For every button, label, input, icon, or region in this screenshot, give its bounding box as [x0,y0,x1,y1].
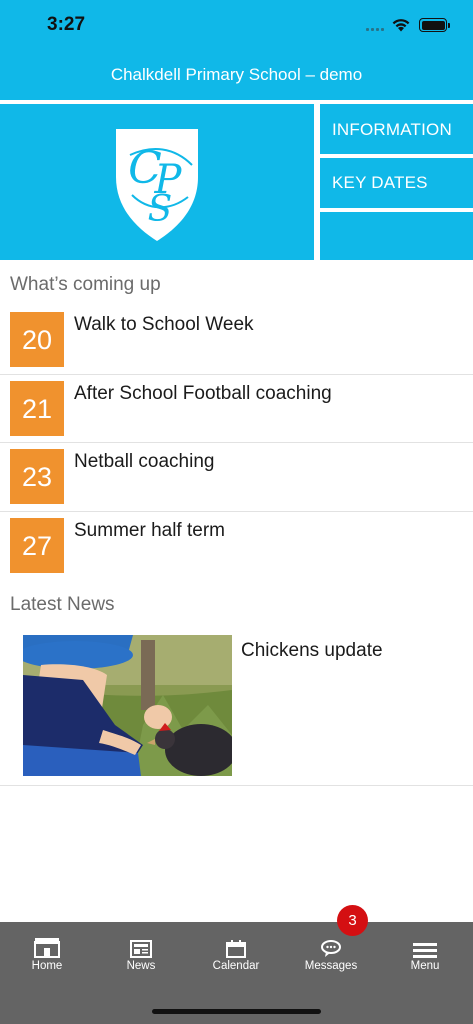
event-date-badge: 27 [10,517,64,573]
news-icon [94,936,188,958]
event-title: Summer half term [74,519,225,541]
tab-label: Home [31,960,63,972]
event-row[interactable]: 27 Summer half term [0,512,473,581]
battery-icon [419,18,450,32]
latest-news-heading: Latest News [10,594,115,615]
information-button[interactable]: INFORMATION [320,104,473,154]
news-item[interactable]: Chickens update [0,632,473,786]
event-date-badge: 23 [10,449,64,504]
wifi-icon [392,19,410,32]
tab-menu[interactable]: Menu [378,936,472,972]
status-bar: 3:27 [0,0,473,50]
tab-label: Messages [304,960,358,972]
home-indicator[interactable] [152,1009,321,1014]
calendar-icon [189,936,283,958]
tab-label: News [126,960,156,972]
school-crest-logo: C P S [116,129,198,241]
tab-home[interactable]: Home [0,936,94,972]
tab-news[interactable]: News [94,936,188,972]
child-feeding-chicken-photo [23,635,232,776]
messages-badge: 3 [337,905,368,936]
tab-calendar[interactable]: Calendar [189,936,283,972]
cellular-signal-icon [366,28,384,31]
events-list: 20 Walk to School Week 21 After School F… [0,306,473,580]
page-title: Chalkdell Primary School – demo [0,50,473,100]
coming-up-heading: What’s coming up [10,274,161,295]
event-title: After School Football coaching [74,382,332,404]
event-row[interactable]: 23 Netball coaching [0,443,473,512]
event-title: Netball coaching [74,451,215,472]
tab-messages[interactable]: Messages [284,936,378,972]
event-row[interactable]: 21 After School Football coaching [0,375,473,443]
messages-icon [284,936,378,958]
status-time: 3:27 [47,14,86,35]
empty-tile [320,212,473,260]
event-title: Walk to School Week [74,314,254,335]
hero-banner: C P S [0,104,314,260]
home-icon [0,936,94,958]
tab-label: Menu [410,960,440,972]
event-date-badge: 20 [10,312,64,367]
svg-text:S: S [148,189,173,230]
news-title: Chickens update [241,640,383,661]
key-dates-button[interactable]: KEY DATES [320,158,473,208]
tab-label: Calendar [212,960,260,972]
menu-icon [378,936,472,958]
event-date-badge: 21 [10,380,64,436]
event-row[interactable]: 20 Walk to School Week [0,306,473,375]
